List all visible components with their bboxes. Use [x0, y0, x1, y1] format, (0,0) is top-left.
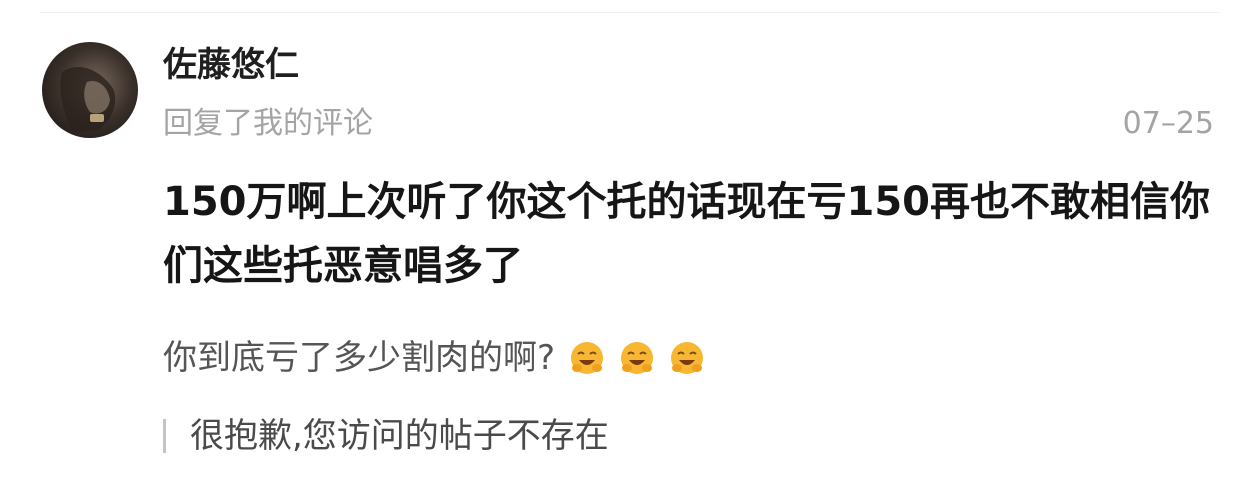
timestamp: 07–25	[1122, 106, 1214, 141]
quote-bar	[163, 419, 166, 453]
user-avatar-photo-icon	[42, 42, 138, 138]
notice-text: 很抱歉,您访问的帖子不存在	[190, 416, 609, 456]
laughing-face-icon	[669, 340, 705, 376]
quoted-comment-text: 你到底亏了多少割肉的啊?	[163, 338, 556, 378]
top-divider	[40, 12, 1219, 13]
deleted-post-notice: 很抱歉,您访问的帖子不存在	[163, 412, 609, 460]
emoji-group	[569, 340, 719, 376]
quoted-comment[interactable]: 你到底亏了多少割肉的啊?	[163, 333, 719, 383]
laughing-face-icon	[569, 340, 605, 376]
laughing-face-icon	[619, 340, 655, 376]
comment-body: 150万啊上次听了你这个托的话现在亏150再也不敢相信你们这些托恶意唱多了	[163, 179, 1210, 289]
avatar[interactable]	[42, 42, 138, 138]
username[interactable]: 佐藤悠仁	[163, 42, 299, 88]
reply-meta-text: 回复了我的评论	[163, 106, 373, 141]
